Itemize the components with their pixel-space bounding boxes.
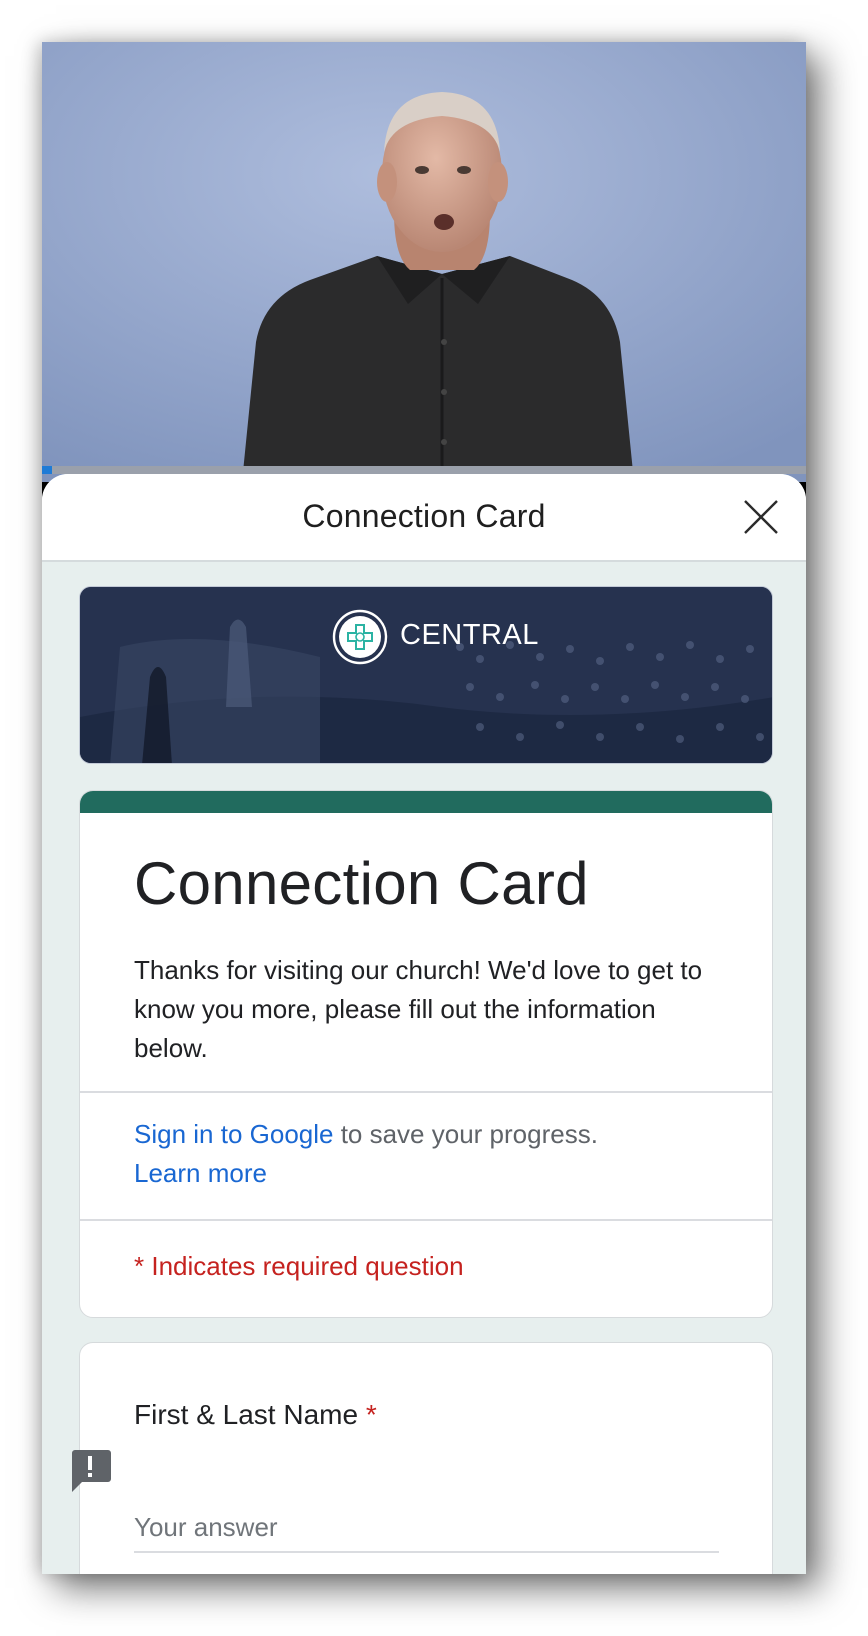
divider — [80, 1219, 772, 1221]
question-label-text: First & Last Name — [134, 1399, 359, 1430]
question-card-name: First & Last Name * — [79, 1342, 773, 1574]
video-frame-speaker — [42, 42, 806, 482]
banner-title: CENTRAL — [400, 619, 539, 651]
crowd-photo — [80, 587, 772, 763]
form-intro-card: Connection Card Thanks for visiting our … — [79, 790, 773, 1318]
signin-link[interactable]: Sign in to Google — [134, 1119, 333, 1149]
sheet-header: Connection Card — [42, 474, 806, 562]
sheet-title: Connection Card — [302, 498, 546, 534]
video-player[interactable] — [42, 42, 806, 482]
divider — [80, 1091, 772, 1093]
feedback-button[interactable] — [68, 1448, 112, 1492]
video-progress-fill — [42, 466, 52, 474]
learn-more-link[interactable]: Learn more — [134, 1158, 267, 1188]
signin-rest-text: to save your progress. — [333, 1119, 598, 1149]
card-accent-bar — [80, 791, 772, 813]
church-logo-icon — [332, 609, 388, 665]
bottom-sheet: Connection Card CENTRAL Connection Card … — [42, 474, 806, 1574]
required-note: * Indicates required question — [134, 1251, 464, 1281]
app-window: Connection Card CENTRAL Connection Card … — [42, 42, 806, 1574]
name-input[interactable] — [134, 1503, 719, 1553]
form-description: Thanks for visiting our church! We'd lov… — [134, 955, 703, 1063]
required-asterisk: * — [365, 1399, 377, 1430]
signin-prompt: Sign in to Google to save your progress.… — [134, 1115, 734, 1193]
close-button[interactable] — [742, 498, 780, 536]
form-header-banner: CENTRAL — [79, 586, 773, 764]
video-progress-bar[interactable] — [42, 466, 806, 474]
form-title: Connection Card — [134, 850, 589, 917]
feedback-icon — [72, 1450, 111, 1492]
question-label: First & Last Name * — [134, 1399, 377, 1431]
close-icon — [744, 500, 778, 534]
